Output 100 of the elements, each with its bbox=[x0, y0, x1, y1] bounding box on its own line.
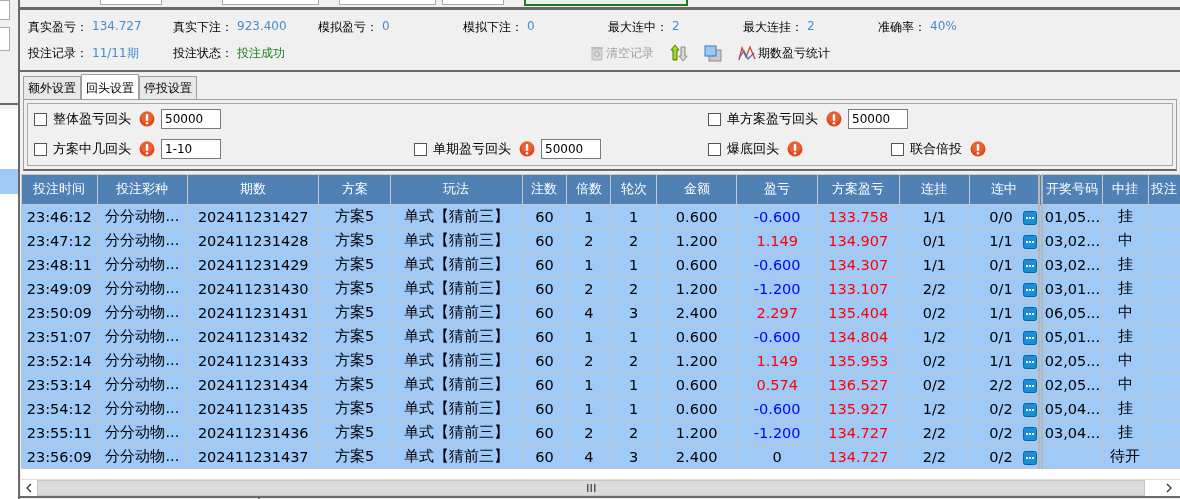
table-cell: 0/2 bbox=[922, 376, 947, 393]
toolbar-button[interactable]: 期数盈亏统计 bbox=[738, 44, 830, 62]
message-icon[interactable] bbox=[1022, 450, 1037, 465]
table-cell: 方案5 bbox=[334, 208, 375, 224]
table-cell: 分分动物... bbox=[105, 400, 180, 416]
warning-icon bbox=[970, 141, 986, 157]
table-cell: 0/2 bbox=[989, 448, 1013, 465]
table-cell: 0/1 bbox=[989, 328, 1013, 345]
table-cell: 01,05... bbox=[1044, 208, 1101, 225]
column-header[interactable]: 投注彩种 bbox=[97, 174, 188, 205]
checkbox[interactable] bbox=[414, 142, 427, 156]
message-icon[interactable] bbox=[1022, 210, 1037, 225]
table-cell: 方案5 bbox=[334, 280, 375, 296]
column-header[interactable]: 盈亏 bbox=[736, 174, 818, 205]
table-cell: 05,01... bbox=[1044, 328, 1101, 345]
table-cell: 2/2 bbox=[922, 280, 947, 297]
table-cell: -0.600 bbox=[753, 400, 801, 417]
input-field[interactable]: 1-10 bbox=[161, 139, 221, 159]
overlapping-squares-icon[interactable] bbox=[704, 44, 722, 62]
column-header[interactable]: 开奖号码 bbox=[1040, 174, 1103, 205]
message-icon[interactable] bbox=[1022, 234, 1037, 249]
table-cell: 2 bbox=[629, 352, 639, 369]
table-cell: 方案5 bbox=[334, 304, 375, 320]
table-cell: 单式【猜前三】 bbox=[403, 208, 509, 224]
table-cell: 方案5 bbox=[334, 352, 375, 368]
tab[interactable]: 停投设置 bbox=[139, 76, 197, 99]
column-header[interactable]: 轮次 bbox=[610, 174, 657, 205]
table-cell: 133.107 bbox=[828, 280, 889, 297]
column-header[interactable]: 中挂 bbox=[1102, 174, 1148, 205]
stat-label: 准确率： bbox=[878, 18, 926, 36]
message-icon[interactable] bbox=[1022, 306, 1037, 321]
table-cell: 1/2 bbox=[922, 400, 947, 417]
table-cell: 60 bbox=[535, 400, 554, 417]
table-cell: 单式【猜前三】 bbox=[403, 448, 509, 464]
checkbox[interactable] bbox=[34, 112, 47, 126]
column-header[interactable]: 方案 bbox=[318, 174, 391, 205]
warning-icon bbox=[139, 111, 155, 127]
message-icon[interactable] bbox=[1022, 330, 1037, 345]
table-cell: 135.927 bbox=[828, 400, 889, 417]
checkbox[interactable] bbox=[891, 142, 904, 156]
message-icon[interactable] bbox=[1022, 282, 1037, 297]
checkbox-label: 单方案盈亏回头 bbox=[727, 110, 818, 128]
tab[interactable]: 额外设置 bbox=[23, 76, 81, 99]
up-down-arrows-icon[interactable] bbox=[670, 44, 688, 62]
stat-value: 11/11期 bbox=[92, 44, 139, 62]
table-cell: 60 bbox=[535, 376, 554, 393]
input-field[interactable]: 50000 bbox=[161, 109, 221, 129]
column-header[interactable]: 连挂 bbox=[899, 174, 970, 205]
table-cell: 0/1 bbox=[989, 280, 1013, 297]
table-cell: 06,05... bbox=[1044, 304, 1101, 321]
table-cell: 23:54:12 bbox=[26, 400, 92, 417]
table-cell: 待开 bbox=[1110, 448, 1141, 464]
checkbox[interactable] bbox=[708, 142, 721, 156]
table-cell: 202411231434 bbox=[197, 376, 309, 393]
message-icon[interactable] bbox=[1022, 402, 1037, 417]
table-cell: 分分动物... bbox=[105, 232, 180, 248]
checkbox-label: 方案中几回头 bbox=[53, 140, 131, 158]
message-icon[interactable] bbox=[1022, 258, 1037, 273]
table-cell: 方案5 bbox=[334, 376, 375, 392]
column-header[interactable]: 投注 bbox=[1148, 174, 1180, 205]
table-cell: 挂 bbox=[1117, 400, 1133, 416]
table-cell: 60 bbox=[535, 232, 554, 249]
table-cell: 0.574 bbox=[756, 376, 798, 393]
checkbox[interactable] bbox=[34, 142, 47, 156]
table-cell: 中 bbox=[1117, 352, 1133, 368]
tab[interactable]: 回头设置 bbox=[81, 74, 139, 99]
message-icon[interactable] bbox=[1022, 378, 1037, 393]
checkbox[interactable] bbox=[708, 112, 721, 126]
table-cell: 60 bbox=[535, 304, 554, 321]
table-cell: 中 bbox=[1117, 232, 1133, 248]
table-cell: 1 bbox=[584, 376, 594, 393]
column-header[interactable]: 连中 bbox=[969, 174, 1041, 205]
table-cell: 03,01... bbox=[1044, 280, 1101, 297]
column-header[interactable]: 方案盈亏 bbox=[817, 174, 900, 205]
input-field[interactable]: 50000 bbox=[541, 139, 601, 159]
table-cell: 0/1 bbox=[989, 256, 1013, 273]
table-cell: 1/1 bbox=[922, 256, 947, 273]
message-icon[interactable] bbox=[1022, 354, 1037, 369]
column-header[interactable]: 投注时间 bbox=[21, 174, 98, 205]
table-cell: 23:47:12 bbox=[26, 232, 92, 249]
column-header[interactable]: 期数 bbox=[187, 174, 319, 205]
table-cell: 0/1 bbox=[922, 232, 947, 249]
column-header[interactable]: 注数 bbox=[522, 174, 567, 205]
table-cell: 1.149 bbox=[756, 232, 798, 249]
table-cell: 134.727 bbox=[828, 424, 889, 441]
column-header[interactable]: 玩法 bbox=[390, 174, 523, 205]
column-header[interactable]: 倍数 bbox=[566, 174, 611, 205]
input-field[interactable]: 50000 bbox=[848, 109, 908, 129]
table-cell: 0.600 bbox=[675, 256, 718, 273]
message-icon[interactable] bbox=[1022, 426, 1037, 441]
checkbox-label: 联合倍投 bbox=[910, 140, 962, 158]
table-cell: 136.527 bbox=[828, 376, 889, 393]
table-cell: 分分动物... bbox=[105, 304, 180, 320]
table-cell: 0/2 bbox=[989, 424, 1013, 441]
table-cell: 分分动物... bbox=[105, 328, 180, 344]
stat-value: 0 bbox=[527, 18, 535, 35]
column-header[interactable]: 金额 bbox=[656, 174, 737, 205]
table-cell: 135.404 bbox=[828, 304, 889, 321]
table-cell: 1 bbox=[584, 400, 594, 417]
table-cell: 1/1 bbox=[989, 352, 1013, 369]
